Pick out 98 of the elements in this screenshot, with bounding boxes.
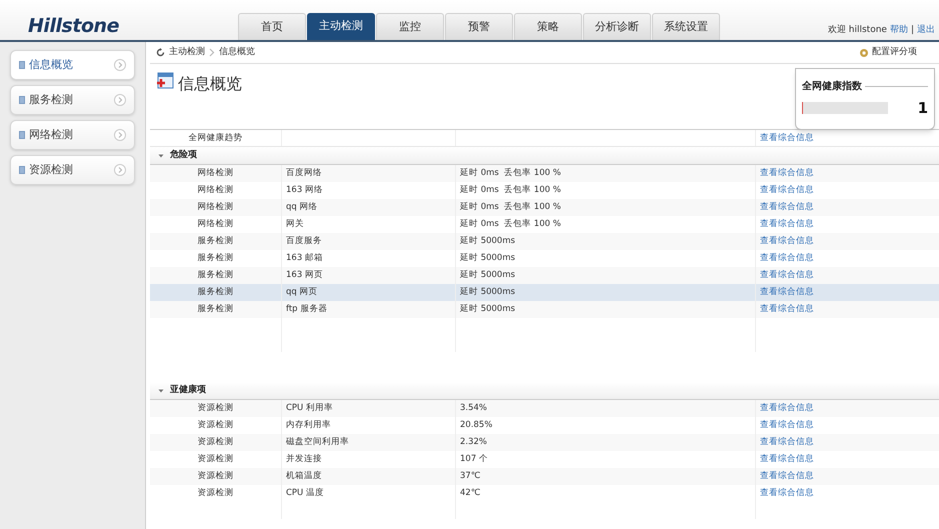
table-cell: 资源检测 [198, 436, 234, 449]
nav-tab[interactable]: 首页 [238, 13, 306, 40]
health-score: 1 [918, 98, 928, 119]
view-info-link[interactable]: 查看综合信息 [760, 269, 814, 282]
view-info-link[interactable]: 查看综合信息 [760, 419, 814, 432]
chevron-icon [114, 129, 126, 141]
table-cell: 网络检测 [198, 201, 234, 214]
list-icon [19, 61, 25, 69]
help-link[interactable]: 帮助 [890, 24, 908, 38]
table-cell: 延时 0ms 丢包率 100 % [460, 218, 561, 231]
view-info-link[interactable]: 查看综合信息 [760, 436, 814, 449]
table-cell: 3.54% [460, 402, 488, 415]
nav-tab[interactable]: 系统设置 [652, 13, 720, 40]
view-info-link[interactable]: 查看综合信息 [760, 470, 814, 483]
table-cell: 163 网络 [286, 184, 323, 197]
table-cell: 全网健康趋势 [188, 132, 242, 144]
sidebar-item[interactable]: 资源检测 [10, 155, 135, 185]
table-cell: 服务检测 [198, 269, 234, 282]
collapse-icon[interactable] [158, 152, 164, 158]
table-cell: 延时 5000ms [460, 252, 516, 265]
table-cell: 服务检测 [198, 286, 234, 299]
view-info-link[interactable]: 查看综合信息 [760, 252, 814, 265]
collapse-icon[interactable] [158, 388, 164, 394]
table-cell: 资源检测 [198, 402, 234, 415]
table-cell: CPU 利用率 [286, 402, 333, 415]
breadcrumb-link[interactable]: 主动检测 [169, 46, 205, 60]
table-cell: 延时 5000ms [460, 303, 516, 316]
nav-tab[interactable]: 策略 [514, 13, 582, 40]
table-cell: 延时 0ms 丢包率 100 % [460, 167, 561, 180]
table-cell: 百度服务 [286, 235, 322, 248]
card-title: 全网健康指数 [802, 80, 862, 94]
table-cell: 服务检测 [198, 303, 234, 316]
nav-tab[interactable]: 分析诊断 [583, 13, 651, 40]
list-icon [19, 166, 25, 174]
group-title: 亚健康项 [170, 384, 206, 397]
view-info-link[interactable]: 查看综合信息 [760, 487, 814, 500]
logout-link[interactable]: 退出 [917, 24, 935, 38]
sidebar-item[interactable]: 信息概览 [10, 50, 135, 80]
view-info-link[interactable]: 查看综合信息 [760, 286, 814, 299]
group-title: 危险项 [170, 148, 197, 162]
table-cell: 延时 5000ms [460, 235, 516, 248]
view-info-link[interactable]: 查看综合信息 [760, 235, 814, 248]
table-cell: 机箱温度 [286, 470, 322, 483]
chevron-icon [114, 164, 126, 176]
view-info-link[interactable]: 查看综合信息 [760, 218, 814, 231]
chevron-icon [114, 94, 126, 106]
table-cell: 20.85% [460, 419, 492, 432]
circle-arrow-icon [156, 48, 165, 57]
nav-tab[interactable]: 预警 [445, 13, 513, 40]
breadcrumb-link[interactable]: 信息概览 [219, 46, 255, 60]
logo: Hillstone [28, 14, 120, 39]
table-cell: 网络检测 [198, 184, 234, 197]
table-cell: 延时 5000ms [460, 269, 516, 282]
table-cell: 资源检测 [198, 487, 234, 500]
table-cell: qq 网页 [286, 286, 318, 299]
table-cell: 37℃ [460, 470, 480, 483]
table-cell: 网络检测 [198, 218, 234, 231]
list-icon [19, 96, 25, 104]
table-cell: 百度网络 [286, 167, 322, 180]
list-icon [19, 131, 25, 139]
view-info-link[interactable]: 查看综合信息 [760, 167, 814, 180]
table-cell: 网络检测 [198, 167, 234, 180]
chevron-icon [114, 59, 126, 71]
table-cell: 42℃ [460, 487, 480, 500]
table-cell: 服务检测 [198, 235, 234, 248]
view-info-link[interactable]: 查看综合信息 [760, 453, 814, 466]
table-cell: 2.32% [460, 436, 488, 449]
welcome-text: 欢迎 hillstone [828, 24, 887, 37]
table-cell: 延时 0ms 丢包率 100 % [460, 184, 561, 197]
table-cell: 内存利用率 [286, 419, 331, 432]
table-cell: 资源检测 [198, 453, 234, 466]
nav-tab[interactable]: 主动检测 [307, 13, 375, 40]
separator-text: | [910, 24, 914, 37]
sidebar-item[interactable]: 网络检测 [10, 120, 135, 150]
view-info-link[interactable]: 查看综合信息 [760, 201, 814, 214]
table-cell: qq 网络 [286, 201, 318, 214]
page-title-icon [156, 72, 174, 90]
view-info-link[interactable]: 查看综合信息 [760, 303, 814, 316]
nav-tab[interactable]: 监控 [376, 13, 444, 40]
table-cell: 磁盘空间利用率 [286, 436, 349, 449]
table-cell: 延时 0ms 丢包率 100 % [460, 201, 561, 214]
view-info-link[interactable]: 查看综合信息 [760, 402, 814, 415]
table-cell: 资源检测 [198, 419, 234, 432]
table-cell: 163 邮箱 [286, 252, 323, 265]
table-cell: 延时 5000ms [460, 286, 516, 299]
table-cell: 163 网页 [286, 269, 323, 282]
view-info-link[interactable]: 查看综合信息 [760, 132, 814, 144]
table-cell: 服务检测 [198, 252, 234, 265]
table-cell: ftp 服务器 [286, 303, 328, 316]
sidebar-item[interactable]: 服务检测 [10, 85, 135, 115]
view-info-link[interactable]: 查看综合信息 [760, 184, 814, 197]
table-cell: 网关 [286, 218, 304, 231]
table-cell: 并发连接 [286, 453, 322, 466]
page-title: 信息概览 [178, 73, 242, 95]
config-link[interactable]: 配置评分项 [859, 46, 917, 60]
table-cell: CPU 温度 [286, 487, 324, 500]
table-cell: 107 个 [460, 453, 488, 466]
table-cell: 资源检测 [198, 470, 234, 483]
